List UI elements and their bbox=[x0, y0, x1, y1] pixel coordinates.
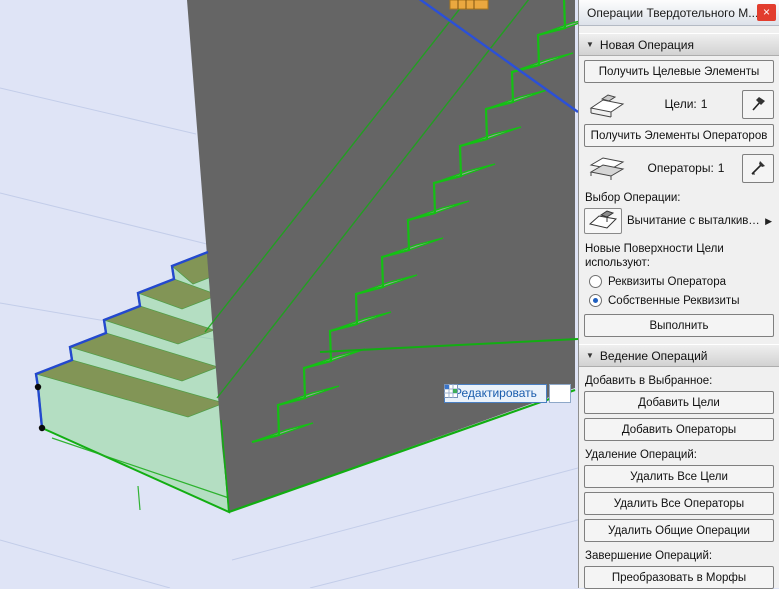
palette-title: Операции Твердотельного М... bbox=[587, 5, 757, 20]
targets-count: 1 bbox=[700, 97, 708, 111]
radio-operator-attributes[interactable]: Реквизиты Оператора bbox=[589, 275, 769, 288]
delete-operations-label: Удаление Операций: bbox=[585, 449, 697, 461]
operation-selector[interactable]: Вычитание с выталкивание... ▶ bbox=[584, 207, 774, 235]
radio-own-attributes-circle[interactable] bbox=[589, 294, 602, 307]
targets-icon bbox=[584, 90, 630, 118]
pick-operators-button[interactable] bbox=[742, 153, 774, 183]
operators-count-label: Операторы: 1 bbox=[647, 161, 725, 175]
pet-palette-button[interactable] bbox=[444, 384, 571, 403]
solid-operations-palette: Операции Твердотельного М... × ▼ Новая О… bbox=[578, 0, 779, 589]
close-icon[interactable]: × bbox=[757, 4, 776, 21]
section-new-operation[interactable]: ▼ Новая Операция bbox=[579, 33, 779, 56]
surfaces-label-line1: Новые Поверхности Цели bbox=[585, 243, 724, 255]
radio-own-attributes-label: Собственные Реквизиты bbox=[608, 294, 740, 307]
get-operators-button[interactable]: Получить Элементы Операторов bbox=[584, 124, 774, 147]
collapse-icon: ▼ bbox=[586, 351, 594, 360]
pick-targets-button[interactable] bbox=[742, 89, 774, 119]
wall-element[interactable] bbox=[187, 0, 575, 512]
delete-all-targets-button[interactable]: Удалить Все Цели bbox=[584, 465, 774, 488]
targets-count-label: Цели: 1 bbox=[664, 97, 708, 111]
collapse-icon: ▼ bbox=[586, 40, 594, 49]
section-new-operation-label: Новая Операция bbox=[599, 37, 694, 52]
pick-target-tool-icon bbox=[752, 97, 765, 111]
selection-handle[interactable] bbox=[38, 424, 46, 432]
operation-selector-value: Вычитание с выталкивание... bbox=[627, 215, 764, 227]
palette-titlebar[interactable]: Операции Твердотельного М... × bbox=[579, 0, 779, 26]
operation-type-icon bbox=[584, 208, 622, 234]
surfaces-label-line2: используют: bbox=[585, 257, 650, 269]
3d-viewport[interactable]: Редактировать bbox=[0, 0, 578, 588]
edit-tooltip: Редактировать bbox=[444, 384, 571, 403]
delete-all-operators-button[interactable]: Удалить Все Операторы bbox=[584, 492, 774, 515]
3d-scene bbox=[0, 0, 578, 588]
add-to-selection-label: Добавить в Выбранное: bbox=[585, 375, 713, 387]
dropdown-arrow-icon: ▶ bbox=[765, 215, 772, 226]
radio-own-attributes[interactable]: Собственные Реквизиты bbox=[589, 294, 769, 307]
pick-operator-tool-icon bbox=[751, 161, 765, 175]
execute-button[interactable]: Выполнить bbox=[584, 314, 774, 337]
add-targets-button[interactable]: Добавить Цели bbox=[584, 391, 774, 414]
add-operators-button[interactable]: Добавить Операторы bbox=[584, 418, 774, 441]
edit-tooltip-label: Редактировать bbox=[444, 384, 547, 403]
delete-common-operations-button[interactable]: Удалить Общие Операции bbox=[584, 519, 774, 542]
section-marker[interactable] bbox=[449, 0, 489, 10]
operators-row: Операторы: 1 bbox=[584, 152, 774, 184]
selection-handle[interactable] bbox=[34, 383, 42, 391]
choose-operation-label: Выбор Операции: bbox=[585, 192, 681, 204]
get-targets-button[interactable]: Получить Целевые Элементы bbox=[584, 60, 774, 83]
pet-palette-icon bbox=[444, 384, 458, 398]
section-manage-operations-label: Ведение Операций bbox=[599, 348, 708, 363]
selected-stair-body[interactable] bbox=[34, 250, 231, 514]
targets-row: Цели: 1 bbox=[584, 88, 774, 120]
operators-count: 1 bbox=[717, 161, 725, 175]
radio-operator-attributes-circle[interactable] bbox=[589, 275, 602, 288]
section-manage-operations[interactable]: ▼ Ведение Операций bbox=[579, 344, 779, 367]
convert-to-morphs-button[interactable]: Преобразовать в Морфы bbox=[584, 566, 774, 589]
operators-icon bbox=[584, 154, 630, 182]
radio-operator-attributes-label: Реквизиты Оператора bbox=[608, 275, 726, 288]
finish-operations-label: Завершение Операций: bbox=[585, 550, 713, 562]
